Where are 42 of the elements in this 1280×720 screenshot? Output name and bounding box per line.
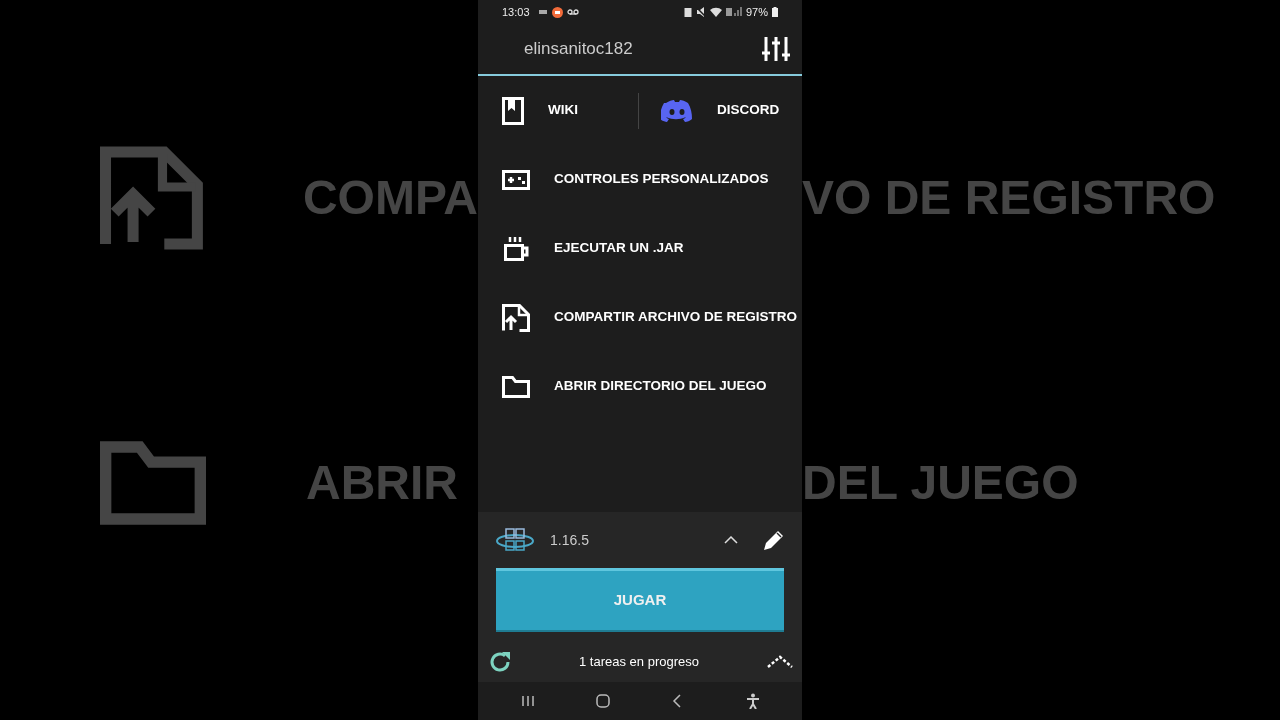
backdrop-text: ABRIR xyxy=(306,455,458,511)
menu-item[interactable]: CONTROLES PERSONALIZADOS xyxy=(502,169,769,190)
book-icon xyxy=(502,96,524,125)
folder-icon xyxy=(100,440,206,526)
file-upload-icon xyxy=(502,303,530,332)
backdrop-text: DEL JUEGO xyxy=(802,455,1079,511)
sliders-icon xyxy=(762,35,790,63)
mug-icon xyxy=(503,235,529,262)
caret-icon xyxy=(766,655,794,669)
edit-button[interactable] xyxy=(762,528,786,552)
version-label: 1.16.5 xyxy=(550,530,589,550)
tasks-expand-button[interactable] xyxy=(766,655,794,669)
home-icon xyxy=(593,693,612,709)
tasks-label: 1 tareas en progreso xyxy=(578,653,700,672)
expand-button[interactable] xyxy=(724,536,738,544)
notification-icon xyxy=(537,8,548,16)
username: elinsanitoc182 xyxy=(524,38,633,61)
launcher-logo-icon xyxy=(496,527,534,553)
battery-icon xyxy=(772,7,778,17)
menu-item[interactable]: WIKI xyxy=(502,96,638,125)
app-notification-icon xyxy=(551,6,563,18)
backdrop-text: COMPA xyxy=(302,170,478,226)
settings-button[interactable] xyxy=(762,35,790,63)
refresh-icon xyxy=(488,650,512,674)
menu-item[interactable]: ABRIR DIRECTORIO DEL JUEGO xyxy=(502,375,767,398)
battery-percent: 97% xyxy=(745,4,768,20)
wifi-icon xyxy=(709,7,722,17)
voicemail-icon xyxy=(566,9,579,15)
menu-item[interactable]: EJECUTAR UN .JAR xyxy=(502,235,684,262)
home-button[interactable] xyxy=(593,693,612,709)
signal-icon xyxy=(725,7,742,17)
gamepad-icon xyxy=(502,169,530,190)
mute-icon xyxy=(695,7,706,17)
file-upload-icon xyxy=(100,145,203,251)
backdrop-text: VO DE REGISTRO xyxy=(802,170,1216,226)
folder-icon xyxy=(502,375,530,398)
menu-item[interactable]: COMPARTIR ARCHIVO DE REGISTRO xyxy=(502,303,797,332)
pencil-icon xyxy=(762,528,786,552)
battery-saver-icon xyxy=(683,7,692,17)
menu-item[interactable]: DISCORD xyxy=(661,98,801,123)
status-time: 13:03 xyxy=(502,4,530,20)
caret-icon xyxy=(724,536,738,544)
